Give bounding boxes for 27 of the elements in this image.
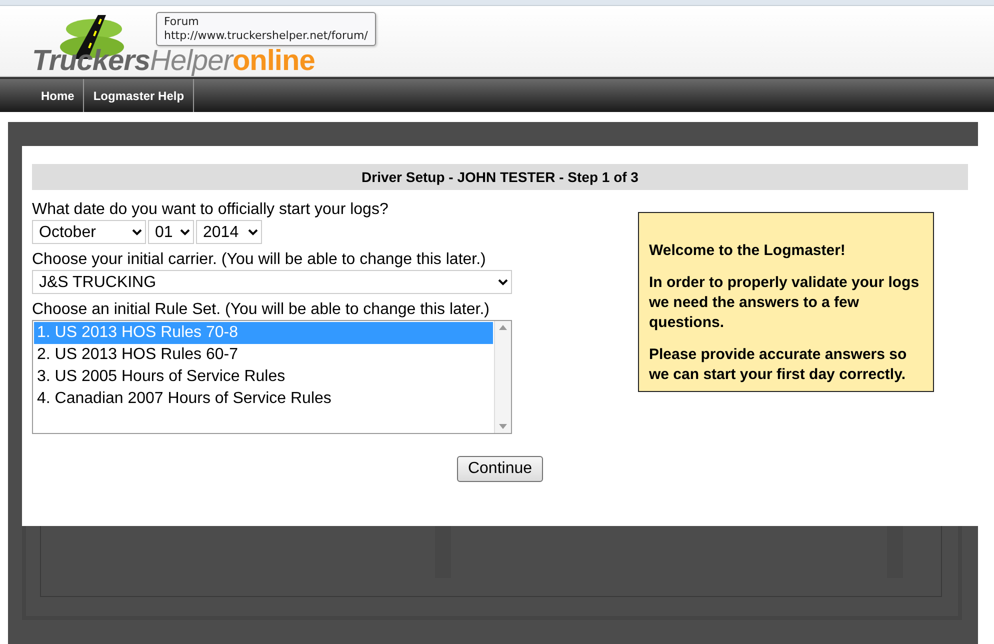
- tooltip-title: Forum: [164, 15, 200, 29]
- scroll-down-icon[interactable]: [499, 424, 507, 429]
- rules-label: Choose an initial Rule Set. (You will be able to change this later.): [32, 301, 490, 319]
- info-text: Welcome to the Logmaster!: [649, 241, 846, 261]
- logo-text: Helper: [150, 47, 232, 76]
- month-dropdown[interactable]: October: [32, 220, 146, 244]
- carrier-dropdown[interactable]: J&S TRUCKING: [32, 270, 512, 294]
- scrollbar: [435, 526, 451, 578]
- info-text: In order to properly validate your logs we need the answers to a few questions.: [649, 273, 920, 333]
- rule-option[interactable]: 3. US 2005 Hours of Service Rules: [34, 366, 493, 388]
- scrollbar: [887, 526, 903, 578]
- scroll-up-icon[interactable]: [499, 325, 507, 330]
- tooltip-url: http://www.truckershelper.net/forum/: [164, 29, 368, 43]
- info-text: Please provide accurate answers so we can start your first day correctly.: [649, 345, 908, 385]
- date-label: What date do you want to officially start your logs?: [32, 201, 390, 219]
- year-dropdown[interactable]: 2014: [196, 220, 262, 244]
- nav-link[interactable]: Logmaster Help: [84, 79, 194, 112]
- rule-option[interactable]: 4. Canadian 2007 Hours of Service Rules: [34, 388, 493, 410]
- day-dropdown[interactable]: 01: [148, 220, 194, 244]
- logo-text: online: [232, 47, 315, 76]
- rules-listbox[interactable]: 1. US 2013 HOS Rules 70-8 2. US 2013 HOS Rules 60-7 3. US 2005 Hours of Service Rules 4. Canadian 2007 Hours of Service Rules: [32, 320, 512, 434]
- carrier-label: Choose your initial carrier. (You will be able to change this later.): [32, 251, 487, 269]
- continue-button[interactable]: Continue: [456, 456, 544, 482]
- logo-text: Truckers: [32, 47, 150, 76]
- rule-option[interactable]: 2. US 2013 HOS Rules 60-7: [34, 344, 493, 366]
- dialog-title: Driver Setup - JOHN TESTER - Step 1 of 3: [32, 164, 968, 190]
- nav-link[interactable]: Home: [32, 79, 84, 112]
